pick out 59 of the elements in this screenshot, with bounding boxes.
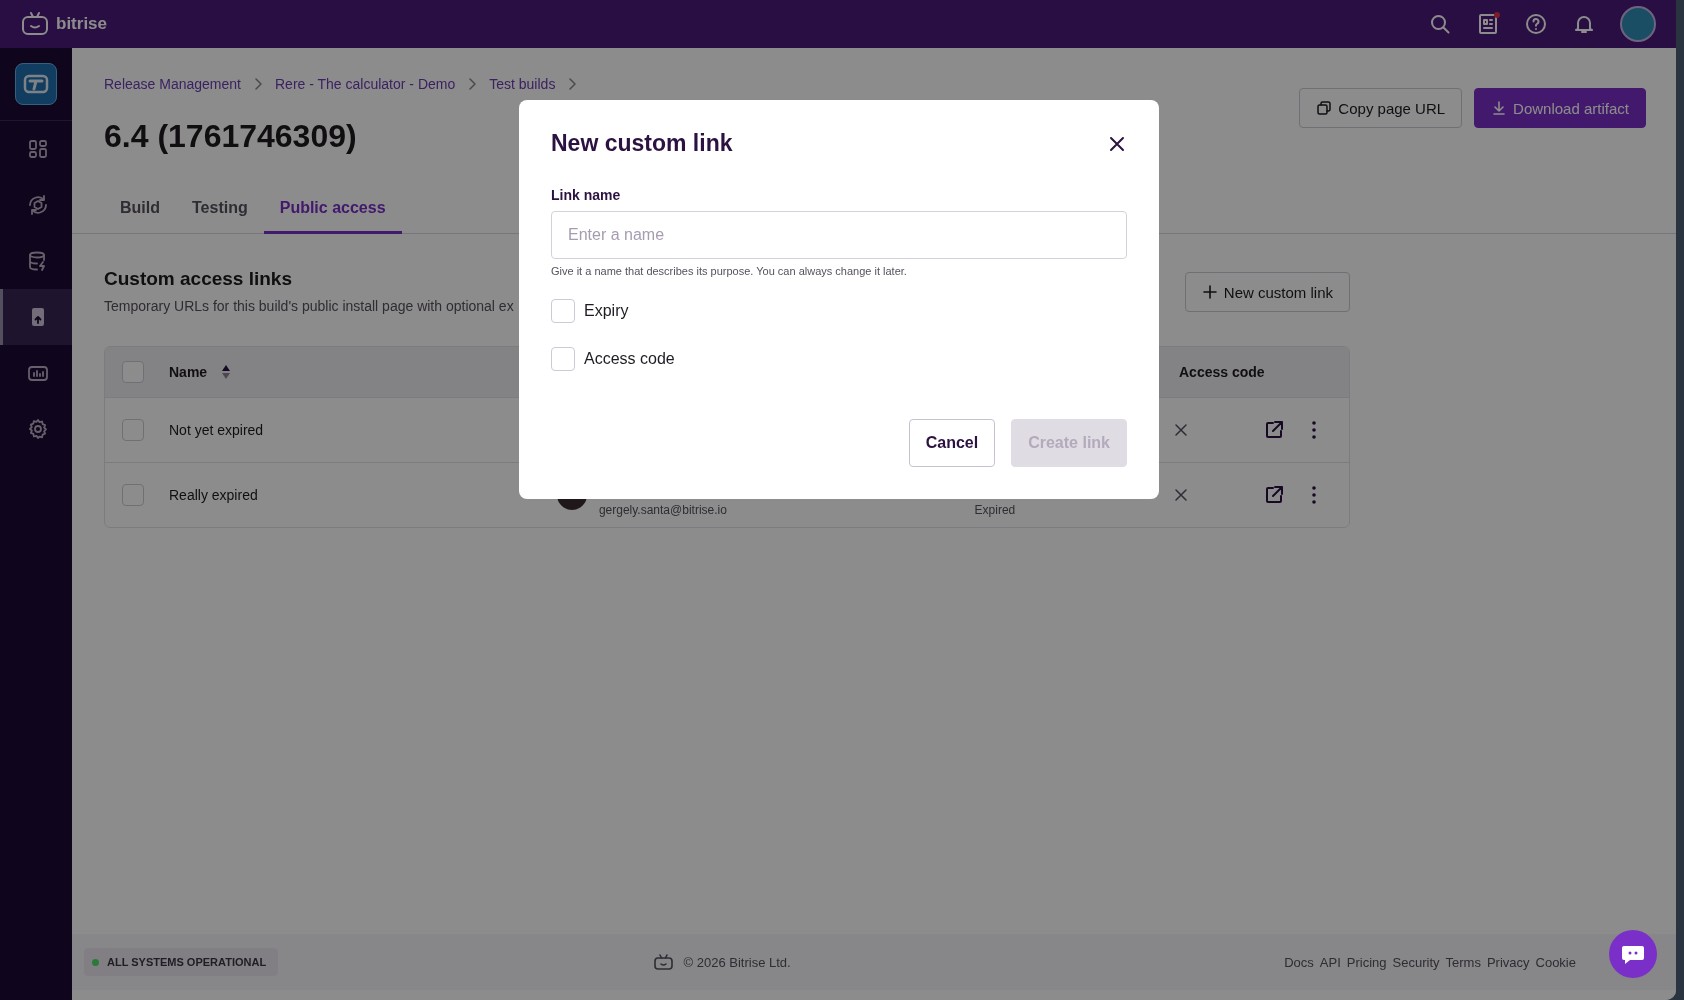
sidebar-item[interactable]	[0, 289, 72, 345]
footer-link[interactable]: Pricing	[1346, 954, 1387, 970]
field-hint: Give it a name that describes its purpose. You can always change it later.	[551, 265, 908, 277]
page-title: 6.4 (1761746309)	[104, 118, 357, 155]
table-cell: Not yet expired	[169, 422, 264, 438]
checkbox[interactable]	[551, 347, 575, 371]
copy-icon	[1316, 100, 1333, 116]
tab[interactable]: Public access	[263, 189, 402, 234]
external-link-icon[interactable]	[1263, 484, 1285, 506]
footer-link[interactable]: API	[1319, 954, 1341, 970]
checkbox[interactable]	[551, 299, 575, 323]
chevron-icon	[567, 77, 578, 91]
footer-link[interactable]: Terms	[1445, 954, 1481, 970]
select-all-checkbox[interactable]	[122, 361, 144, 383]
chevron-icon	[253, 77, 263, 91]
help-icon[interactable]	[1524, 12, 1548, 36]
sort-icon[interactable]	[221, 364, 232, 380]
breadcrumb-link[interactable]: Rere - The calculator - Demo	[275, 76, 456, 92]
section-description: Temporary URLs for this build's public install page with optional ex	[104, 298, 514, 314]
copy-url-button[interactable]: Copy page URL	[1299, 88, 1463, 128]
footer-link[interactable]: Docs	[1284, 954, 1314, 970]
app-logo[interactable]	[15, 63, 57, 105]
row-checkbox[interactable]	[122, 484, 144, 506]
breadcrumb-link[interactable]: Release Management	[104, 76, 241, 92]
row-checkbox[interactable]	[122, 419, 144, 441]
checkbox-label: Expiry	[584, 302, 629, 320]
column-header: Access code	[1179, 364, 1266, 380]
breadcrumb-link[interactable]: Test builds	[489, 76, 556, 92]
footer-link[interactable]: Cookie	[1535, 954, 1576, 970]
search-icon[interactable]	[1428, 12, 1452, 36]
footer-link[interactable]: Privacy	[1486, 954, 1530, 970]
table-cell: Really expired	[169, 487, 258, 503]
logo-text[interactable]: bitrise	[56, 14, 108, 34]
newspaper-icon[interactable]	[1476, 12, 1500, 36]
cancel-button[interactable]: Cancel	[908, 419, 996, 467]
logo-icon	[651, 953, 674, 971]
download-icon	[1491, 100, 1508, 116]
external-link-icon[interactable]	[1263, 419, 1285, 441]
name-field[interactable]: Enter a name	[551, 211, 1127, 259]
checkbox-label: Access code	[584, 350, 675, 368]
dialog-title: New custom link	[551, 130, 733, 157]
status-text: ALL SYSTEMS OPERATIONAL	[107, 956, 267, 968]
creator-email: gergely.santa@bitrise.io	[598, 503, 727, 517]
tab[interactable]: Testing	[176, 189, 264, 234]
plus-icon	[1201, 284, 1218, 300]
chevron-icon	[467, 77, 478, 91]
logo-icon[interactable]	[20, 11, 50, 37]
field-label: Link name	[551, 187, 622, 203]
status-pill[interactable]: ALL SYSTEMS OPERATIONAL	[84, 948, 279, 976]
download-button[interactable]: Download artifact	[1474, 88, 1646, 128]
status-text: Expired	[974, 503, 1016, 517]
column-header: Name	[169, 364, 208, 380]
footer-link[interactable]: Security	[1392, 954, 1440, 970]
tab[interactable]: Build	[104, 189, 176, 234]
copyright: © 2026 Bitrise Ltd.	[683, 954, 791, 970]
chat-icon[interactable]	[1620, 943, 1646, 965]
avatar[interactable]	[1620, 6, 1656, 42]
new-link-button[interactable]: New custom link	[1184, 272, 1350, 312]
section-title: Custom access links	[104, 268, 293, 290]
